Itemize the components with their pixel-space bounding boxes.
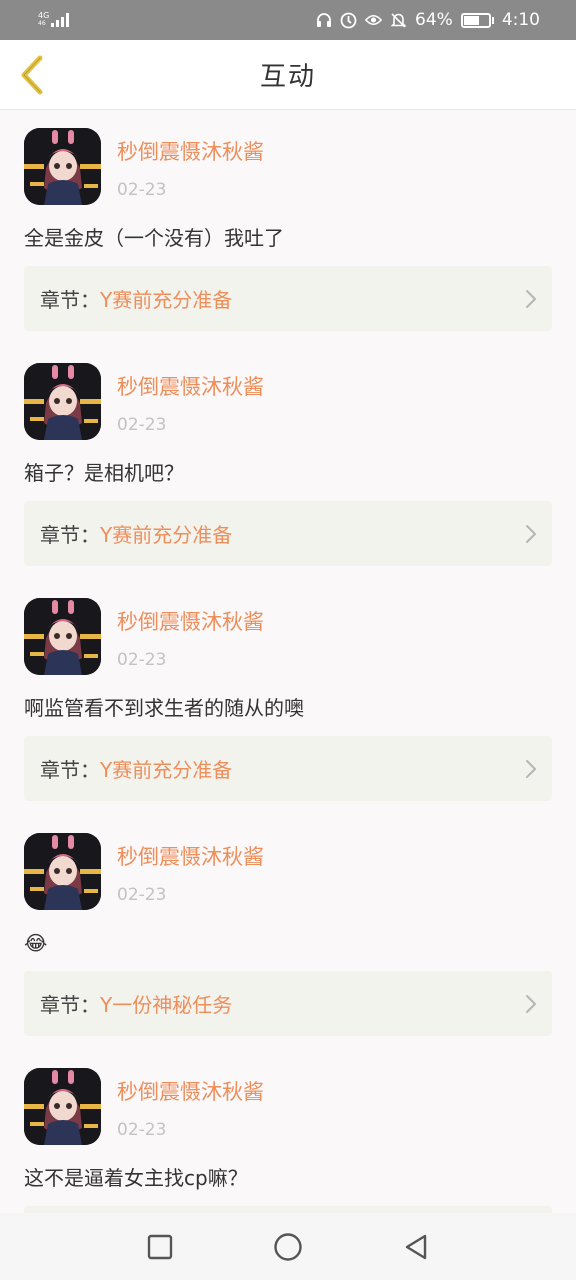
avatar-image [24, 363, 101, 440]
network-type-label: 4G [38, 11, 50, 20]
avatar[interactable] [24, 363, 101, 440]
battery-icon [460, 12, 494, 28]
avatar-image [24, 833, 101, 910]
home-button[interactable] [273, 1232, 303, 1262]
post-item: 秒倒震慑沐秋酱 02-23 啊监管看不到求生者的随从的噢 章节： Y赛前充分准备 [0, 580, 576, 815]
network-sub-label: 46 [38, 20, 46, 27]
chevron-left-icon [21, 55, 43, 95]
square-recent-icon [147, 1234, 173, 1259]
post-text: 这不是逼着女主找cp嘛？ [24, 1166, 248, 1190]
chapter-label: 章节： [40, 758, 100, 782]
avatar-image [24, 598, 101, 675]
chevron-right-icon [526, 525, 536, 543]
avatar-image [24, 128, 101, 205]
post-text: 啊监管看不到求生者的随从的噢 [24, 696, 304, 720]
post-date: 02-23 [117, 885, 167, 905]
headset-icon [315, 12, 332, 29]
chapter-link[interactable]: 章节： Y赛前充分准备 [24, 736, 552, 801]
circle-home-icon [274, 1232, 302, 1261]
post-text: 全是金皮（一个没有）我吐了 [24, 226, 284, 250]
chapter-link[interactable] [24, 1206, 552, 1213]
signal-icon [51, 13, 70, 27]
eye-icon [365, 12, 383, 29]
network-type: 4G 46 [38, 12, 49, 28]
avatar[interactable] [24, 833, 101, 910]
triangle-back-icon [405, 1234, 427, 1259]
battery-percent: 64% [415, 10, 453, 30]
page-title: 互动 [259, 62, 316, 92]
username[interactable]: 秒倒震慑沐秋酱 [117, 606, 264, 636]
avatar-image [24, 1068, 101, 1145]
network-status: 4G 46 [38, 12, 70, 28]
post-text: 😂 [24, 931, 48, 955]
username[interactable]: 秒倒震慑沐秋酱 [117, 136, 264, 166]
interaction-feed[interactable]: 秒倒震慑沐秋酱 02-23 全是金皮（一个没有）我吐了 章节： Y赛前充分准备 [0, 110, 576, 1213]
chevron-right-icon [526, 290, 536, 308]
clock-time: 4:10 [501, 10, 540, 30]
app-header: 互动 [0, 40, 576, 110]
battery-level [463, 15, 480, 25]
username[interactable]: 秒倒震慑沐秋酱 [117, 371, 264, 401]
chapter-name: Y赛前充分准备 [100, 288, 233, 312]
back-button[interactable] [10, 50, 54, 100]
status-bar: 4G 46 64% 4:10 [0, 0, 576, 40]
post-date: 02-23 [117, 650, 167, 670]
username[interactable]: 秒倒震慑沐秋酱 [117, 1076, 264, 1106]
post-date: 02-23 [117, 415, 167, 435]
chapter-link[interactable]: 章节： Y赛前充分准备 [24, 266, 552, 331]
chapter-label: 章节： [40, 993, 100, 1017]
post-date: 02-23 [117, 180, 167, 200]
recent-apps-button[interactable] [145, 1232, 175, 1262]
system-back-button[interactable] [401, 1232, 431, 1262]
chapter-name: Y赛前充分准备 [100, 758, 233, 782]
post-item: 秒倒震慑沐秋酱 02-23 这不是逼着女主找cp嘛？ [0, 1050, 576, 1213]
post-item: 秒倒震慑沐秋酱 02-23 箱子？是相机吧？ 章节： Y赛前充分准备 [0, 345, 576, 580]
post-text: 箱子？是相机吧？ [24, 461, 184, 485]
username[interactable]: 秒倒震慑沐秋酱 [117, 841, 264, 871]
post-item: 秒倒震慑沐秋酱 02-23 全是金皮（一个没有）我吐了 章节： Y赛前充分准备 [0, 110, 576, 345]
chapter-link[interactable]: 章节： Y赛前充分准备 [24, 501, 552, 566]
avatar[interactable] [24, 1068, 101, 1145]
chapter-name: Y一份神秘任务 [100, 993, 233, 1017]
chapter-name: Y赛前充分准备 [100, 523, 233, 547]
data-saver-icon [340, 12, 357, 29]
post-item: 秒倒震慑沐秋酱 02-23 😂 章节： Y一份神秘任务 [0, 815, 576, 1050]
post-date: 02-23 [117, 1120, 167, 1140]
chevron-right-icon [526, 995, 536, 1013]
chevron-right-icon [526, 760, 536, 778]
chapter-link[interactable]: 章节： Y一份神秘任务 [24, 971, 552, 1036]
avatar[interactable] [24, 598, 101, 675]
bell-off-icon [390, 12, 407, 29]
chapter-label: 章节： [40, 523, 100, 547]
system-nav-bar [0, 1213, 576, 1280]
avatar[interactable] [24, 128, 101, 205]
chapter-label: 章节： [40, 288, 100, 312]
